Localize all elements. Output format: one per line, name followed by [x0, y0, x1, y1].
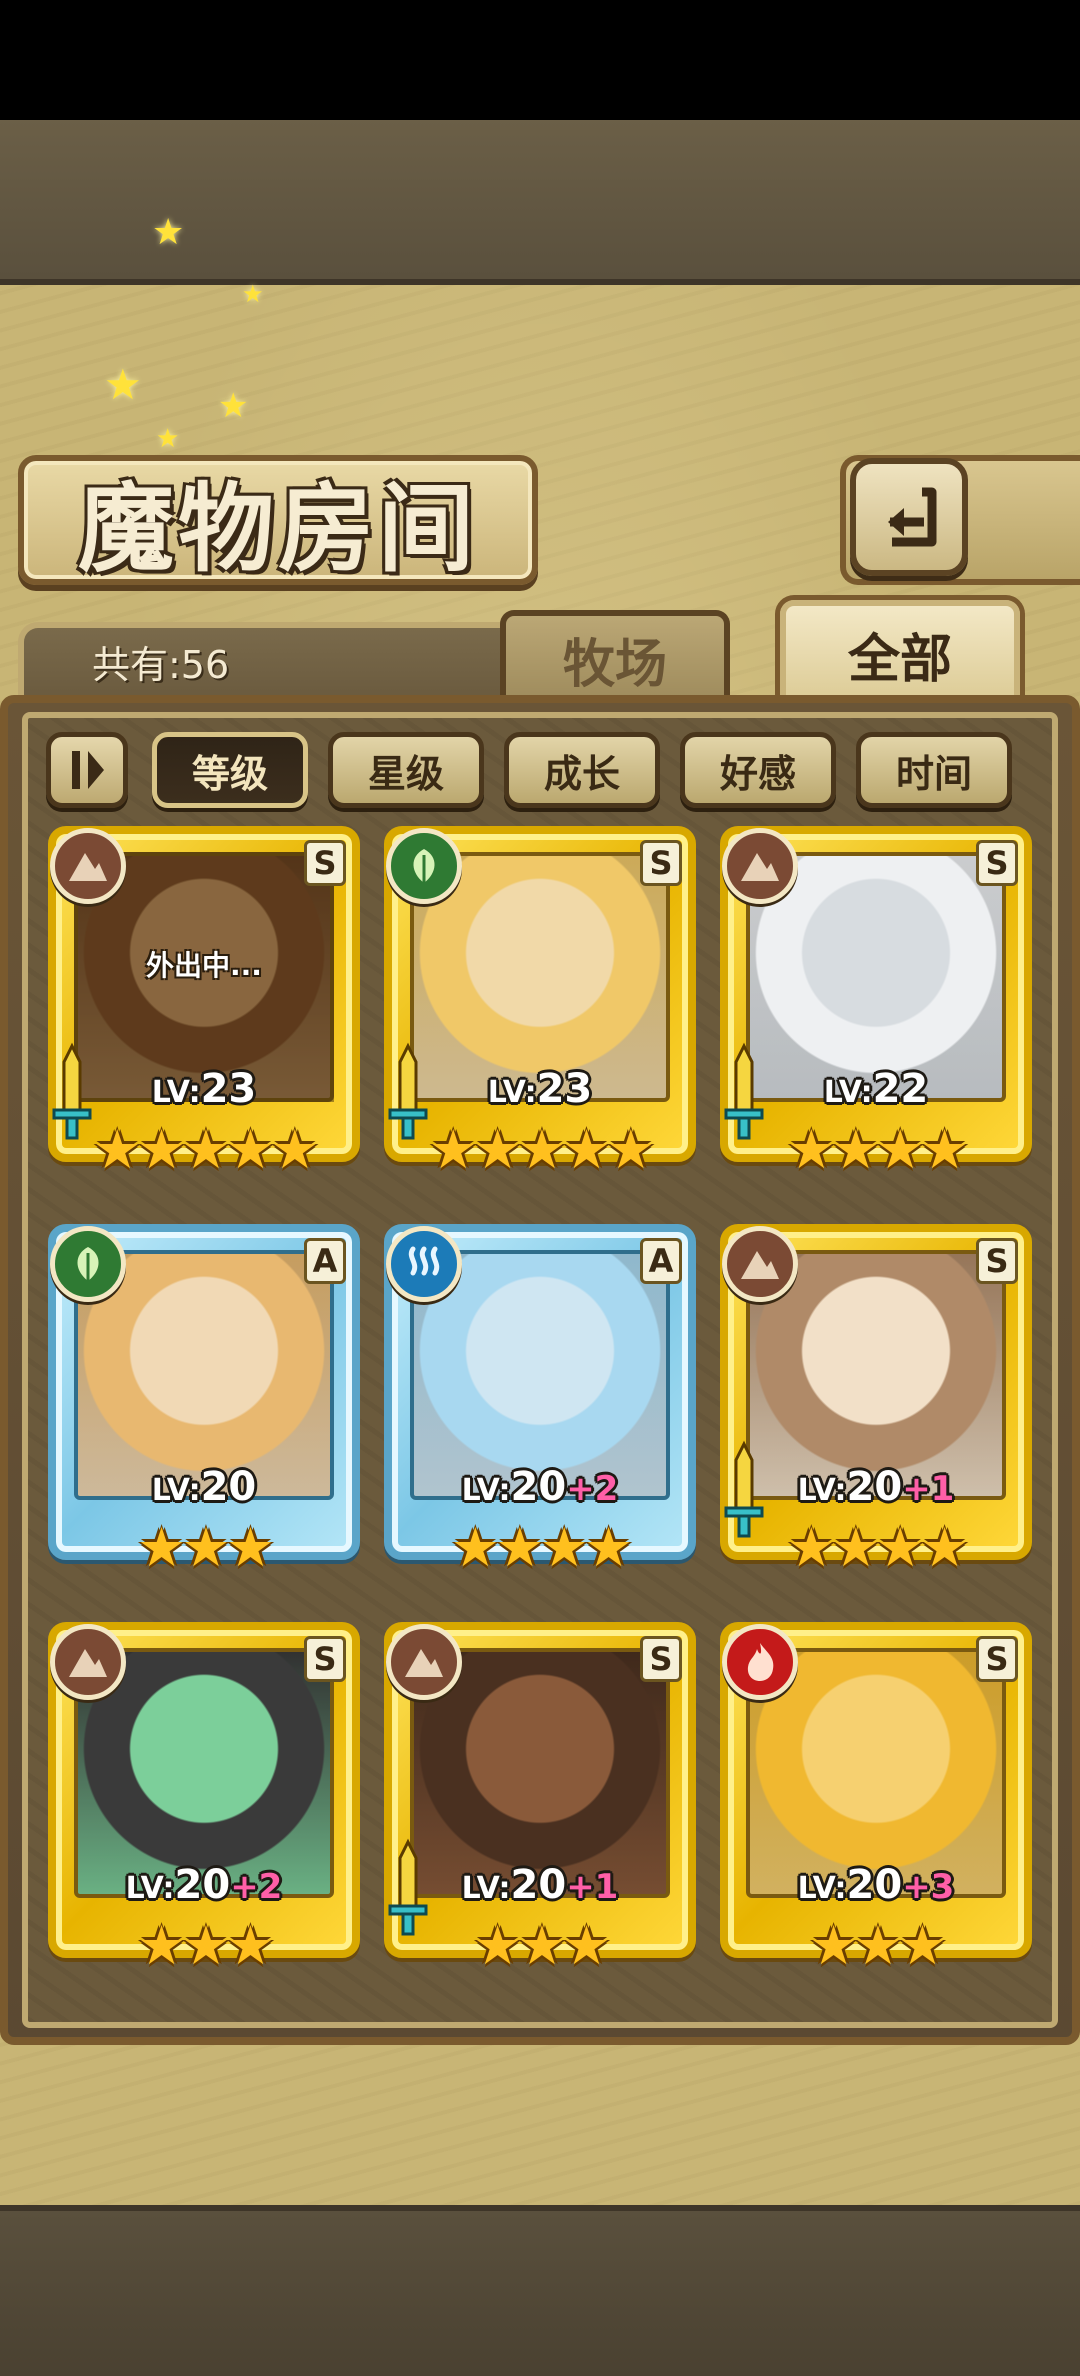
- star-rating: ★★★★: [451, 1516, 633, 1579]
- star-rating: ★★★★: [787, 1118, 969, 1181]
- monster-card[interactable]: S LV:20+3 ★★★: [720, 1622, 1032, 1982]
- sort-by-affection[interactable]: 好感: [680, 732, 836, 808]
- star-rating: ★★★★: [787, 1516, 969, 1579]
- level-prefix: LV:: [461, 1473, 511, 1508]
- level-prefix: LV:: [125, 1871, 175, 1906]
- level-value: 20: [174, 1862, 231, 1908]
- monster-face: [810, 1294, 960, 1444]
- monster-level: LV:22: [720, 1066, 1032, 1112]
- level-bonus: +1: [902, 1469, 955, 1509]
- rank-badge: S: [640, 840, 682, 886]
- monster-face: [474, 896, 624, 1046]
- star-rating: ★★★: [137, 1914, 274, 1977]
- monster-card[interactable]: 外出中... S LV:23 ★★★★★: [48, 826, 360, 1186]
- level-value: 20: [510, 1464, 567, 1510]
- sparkle-star-icon: ★: [156, 424, 180, 454]
- sort-by-time[interactable]: 时间: [856, 732, 1012, 808]
- monster-level: LV:20+1: [384, 1862, 696, 1908]
- level-prefix: LV:: [797, 1871, 847, 1906]
- bottom-map-band: [0, 2205, 1080, 2376]
- monster-card[interactable]: A LV:20+2 ★★★★: [384, 1224, 696, 1584]
- star-rating: ★★★: [809, 1914, 946, 1977]
- level-value: 20: [200, 1464, 257, 1510]
- tab-all[interactable]: 全部: [780, 600, 1020, 702]
- return-arrow-icon: [888, 487, 937, 547]
- monster-card[interactable]: S LV:22 ★★★★: [720, 826, 1032, 1186]
- level-prefix: LV:: [461, 1871, 511, 1906]
- star-rating: ★★★★★: [428, 1118, 655, 1181]
- level-bonus: +3: [902, 1867, 955, 1907]
- level-value: 20: [846, 1862, 903, 1908]
- back-button[interactable]: [850, 458, 968, 576]
- earth-element-icon: [722, 1226, 798, 1302]
- sort-bar: 等级 星级 成长 好感 时间: [46, 732, 1036, 812]
- earth-element-icon: [50, 1624, 126, 1700]
- level-prefix: LV:: [487, 1075, 537, 1110]
- status-bar: [0, 0, 1080, 120]
- monster-card[interactable]: S LV:20+1 ★★★: [384, 1622, 696, 1982]
- sparkle-star-icon: ★: [218, 386, 249, 426]
- earth-element-icon: [50, 828, 126, 904]
- monster-face: [138, 1294, 288, 1444]
- level-prefix: LV:: [797, 1473, 847, 1508]
- monster-card[interactable]: S LV:23 ★★★★★: [384, 826, 696, 1186]
- rank-badge: S: [304, 840, 346, 886]
- monster-face: [474, 1692, 624, 1842]
- leaf-element-icon: [386, 828, 462, 904]
- rank-badge: S: [640, 1636, 682, 1682]
- level-value: 22: [872, 1066, 929, 1112]
- top-map-band: [0, 120, 1080, 285]
- rank-badge: S: [976, 840, 1018, 886]
- monster-level: LV:20: [48, 1464, 360, 1510]
- rank-badge: A: [640, 1238, 682, 1284]
- monster-level: LV:23: [384, 1066, 696, 1112]
- sort-order-toggle[interactable]: [46, 732, 128, 808]
- sparkle-star-icon: ★: [242, 280, 264, 308]
- level-prefix: LV:: [151, 1473, 201, 1508]
- monster-level: LV:20+2: [384, 1464, 696, 1510]
- level-bonus: +1: [566, 1867, 619, 1907]
- sparkle-star-icon: ★: [152, 212, 185, 253]
- sparkle-star-icon: ★: [104, 360, 142, 409]
- rank-badge: S: [304, 1636, 346, 1682]
- monster-face: [810, 1692, 960, 1842]
- sort-by-level[interactable]: 等级: [152, 732, 308, 808]
- level-value: 20: [510, 1862, 567, 1908]
- level-value: 23: [200, 1066, 257, 1112]
- leaf-element-icon: [50, 1226, 126, 1302]
- earth-element-icon: [722, 828, 798, 904]
- monster-card[interactable]: A LV:20 ★★★: [48, 1224, 360, 1584]
- sort-by-growth[interactable]: 成长: [504, 732, 660, 808]
- monster-card[interactable]: S LV:20+1 ★★★★: [720, 1224, 1032, 1584]
- star-rating: ★★★: [473, 1914, 610, 1977]
- monster-card[interactable]: S LV:20+2 ★★★: [48, 1622, 360, 1982]
- page-title: 魔物房间: [78, 471, 478, 585]
- level-prefix: LV:: [151, 1075, 201, 1110]
- fire-element-icon: [722, 1624, 798, 1700]
- water-element-icon: [386, 1226, 462, 1302]
- monster-face: [474, 1294, 624, 1444]
- level-value: 23: [536, 1066, 593, 1112]
- rank-badge: S: [976, 1636, 1018, 1682]
- away-status: 外出中...: [146, 949, 262, 982]
- level-bonus: +2: [230, 1867, 283, 1907]
- level-bonus: +2: [566, 1469, 619, 1509]
- rank-badge: S: [976, 1238, 1018, 1284]
- earth-element-icon: [386, 1624, 462, 1700]
- monster-level: LV:20+1: [720, 1464, 1032, 1510]
- monster-count: 共有:56: [92, 643, 230, 687]
- monster-level: LV:23: [48, 1066, 360, 1112]
- monster-face: [138, 1692, 288, 1842]
- level-value: 20: [846, 1464, 903, 1510]
- star-rating: ★★★★★: [92, 1118, 319, 1181]
- monster-face: [810, 896, 960, 1046]
- sort-by-stars[interactable]: 星级: [328, 732, 484, 808]
- order-toggle-icon: [72, 751, 104, 789]
- star-rating: ★★★: [137, 1516, 274, 1579]
- tab-pasture[interactable]: 牧场: [500, 610, 730, 702]
- rank-badge: A: [304, 1238, 346, 1284]
- monster-level: LV:20+2: [48, 1862, 360, 1908]
- monster-level: LV:20+3: [720, 1862, 1032, 1908]
- level-prefix: LV:: [823, 1075, 873, 1110]
